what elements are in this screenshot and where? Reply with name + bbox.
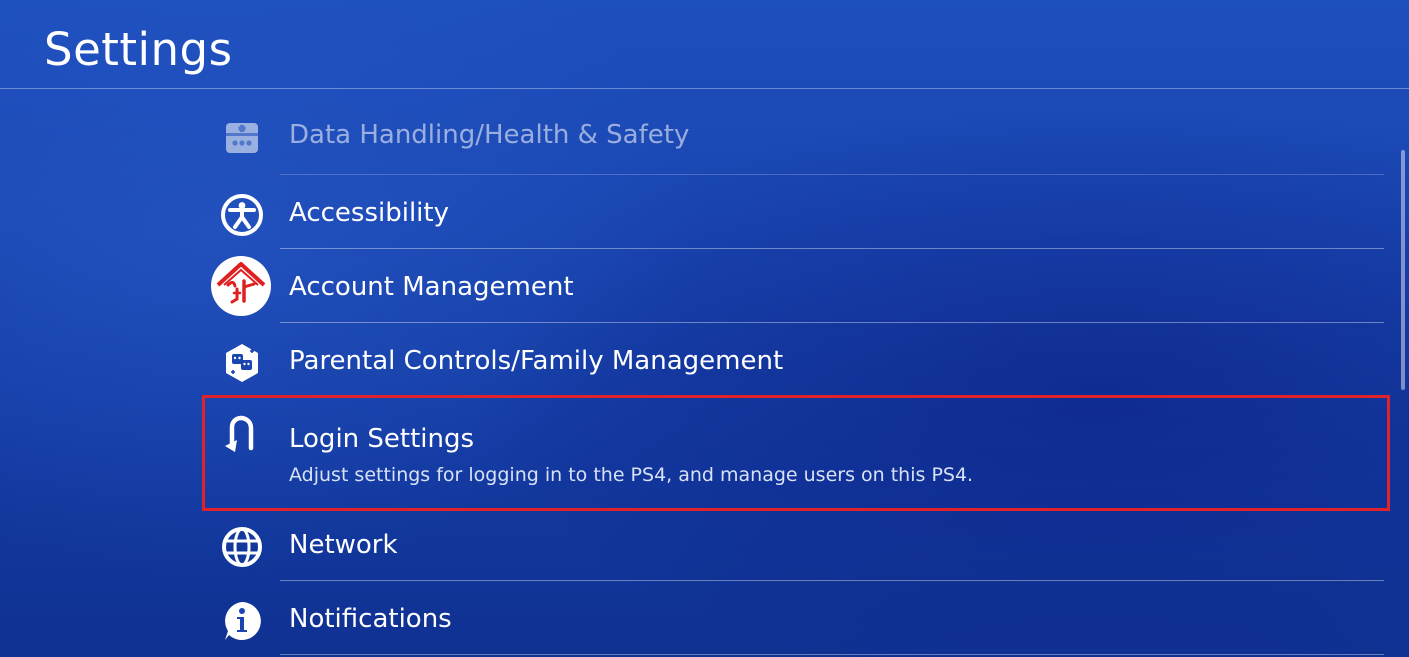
scrollbar[interactable]	[1401, 150, 1405, 390]
menu-item-account-management[interactable]: Account Management	[210, 249, 1384, 323]
menu-item-parental-controls[interactable]: Parental Controls/Family Management	[210, 323, 1384, 397]
accessibility-icon	[220, 193, 264, 237]
menu-item-label: Accessibility	[289, 198, 449, 228]
header: Settings	[0, 0, 1409, 89]
menu-item-label: Data Handling/Health & Safety	[289, 120, 690, 150]
menu-item-network[interactable]: Network	[210, 507, 1384, 581]
menu-item-label: Notifications	[289, 604, 452, 634]
menu-item-label: Network	[289, 530, 398, 560]
data-handling-icon	[220, 115, 264, 159]
parental-controls-icon	[220, 341, 264, 385]
menu-item-accessibility[interactable]: Accessibility	[210, 175, 1384, 249]
globe-icon	[220, 525, 264, 569]
menu-item-label: Parental Controls/Family Management	[289, 346, 784, 376]
menu-item-label: Account Management	[289, 272, 574, 302]
divider	[280, 654, 1384, 655]
watermark-logo	[210, 255, 272, 317]
selection-highlight	[202, 395, 1390, 511]
info-icon	[220, 599, 264, 643]
settings-list: Data Handling/Health & Safety Accessibil…	[0, 89, 1409, 657]
menu-item-data-handling[interactable]: Data Handling/Health & Safety	[210, 101, 1384, 175]
menu-item-notifications[interactable]: Notifications	[210, 581, 1384, 655]
page-title: Settings	[44, 23, 233, 76]
